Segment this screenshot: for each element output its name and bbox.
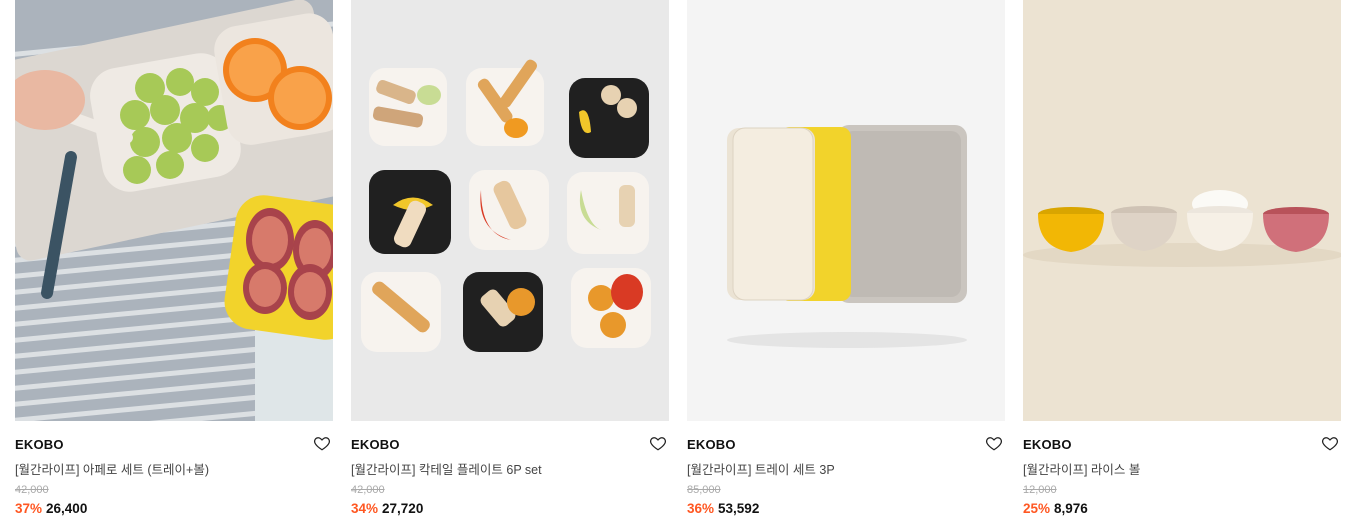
discount-rate: 25% [1023,501,1051,516]
original-price: 12,000 [1023,484,1057,496]
brand-name[interactable]: EKOBO [687,437,736,452]
product-grid: EKOBO [월간라이프] 아페로 세트 (트레이+볼) 42,000 37% 2… [15,0,1341,521]
original-price: 42,000 [15,484,49,496]
product-info: EKOBO [월간라이프] 칵테일 플레이트 6P set 42,000 34%… [351,421,669,521]
product-title[interactable]: [월간라이프] 칵테일 플레이트 6P set [351,459,542,478]
product-card[interactable]: EKOBO [월간라이프] 아페로 세트 (트레이+볼) 42,000 37% 2… [15,0,333,521]
product-info: EKOBO [월간라이프] 라이스 볼 12,000 25% 8,976 [1023,421,1341,521]
product-title[interactable]: [월간라이프] 아페로 세트 (트레이+볼) [15,459,209,478]
discount-rate: 36% [687,501,715,516]
product-image[interactable] [15,0,333,421]
price-row: 34% 27,720 [351,501,423,516]
sale-price: 26,400 [46,501,88,516]
sale-price: 8,976 [1054,501,1088,516]
brand-name[interactable]: EKOBO [1023,437,1072,452]
product-image[interactable] [1023,0,1341,421]
product-info: EKOBO [월간라이프] 아페로 세트 (트레이+볼) 42,000 37% 2… [15,421,333,521]
price-row: 25% 8,976 [1023,501,1088,516]
product-card[interactable]: EKOBO [월간라이프] 라이스 볼 12,000 25% 8,976 [1023,0,1341,521]
product-title[interactable]: [월간라이프] 라이스 볼 [1023,459,1140,478]
product-card[interactable]: EKOBO [월간라이프] 트레이 세트 3P 85,000 36% 53,592 [687,0,1005,521]
product-title[interactable]: [월간라이프] 트레이 세트 3P [687,459,835,478]
brand-name[interactable]: EKOBO [15,437,64,452]
price-row: 37% 26,400 [15,501,87,516]
sale-price: 27,720 [382,501,424,516]
product-image[interactable] [687,0,1005,421]
brand-name[interactable]: EKOBO [351,437,400,452]
sale-price: 53,592 [718,501,760,516]
product-info: EKOBO [월간라이프] 트레이 세트 3P 85,000 36% 53,592 [687,421,1005,521]
heart-icon[interactable] [313,434,331,452]
original-price: 85,000 [687,484,721,496]
discount-rate: 34% [351,501,379,516]
heart-icon[interactable] [985,434,1003,452]
heart-icon[interactable] [1321,434,1339,452]
original-price: 42,000 [351,484,385,496]
product-image[interactable] [351,0,669,421]
discount-rate: 37% [15,501,43,516]
heart-icon[interactable] [649,434,667,452]
product-card[interactable]: EKOBO [월간라이프] 칵테일 플레이트 6P set 42,000 34%… [351,0,669,521]
price-row: 36% 53,592 [687,501,759,516]
